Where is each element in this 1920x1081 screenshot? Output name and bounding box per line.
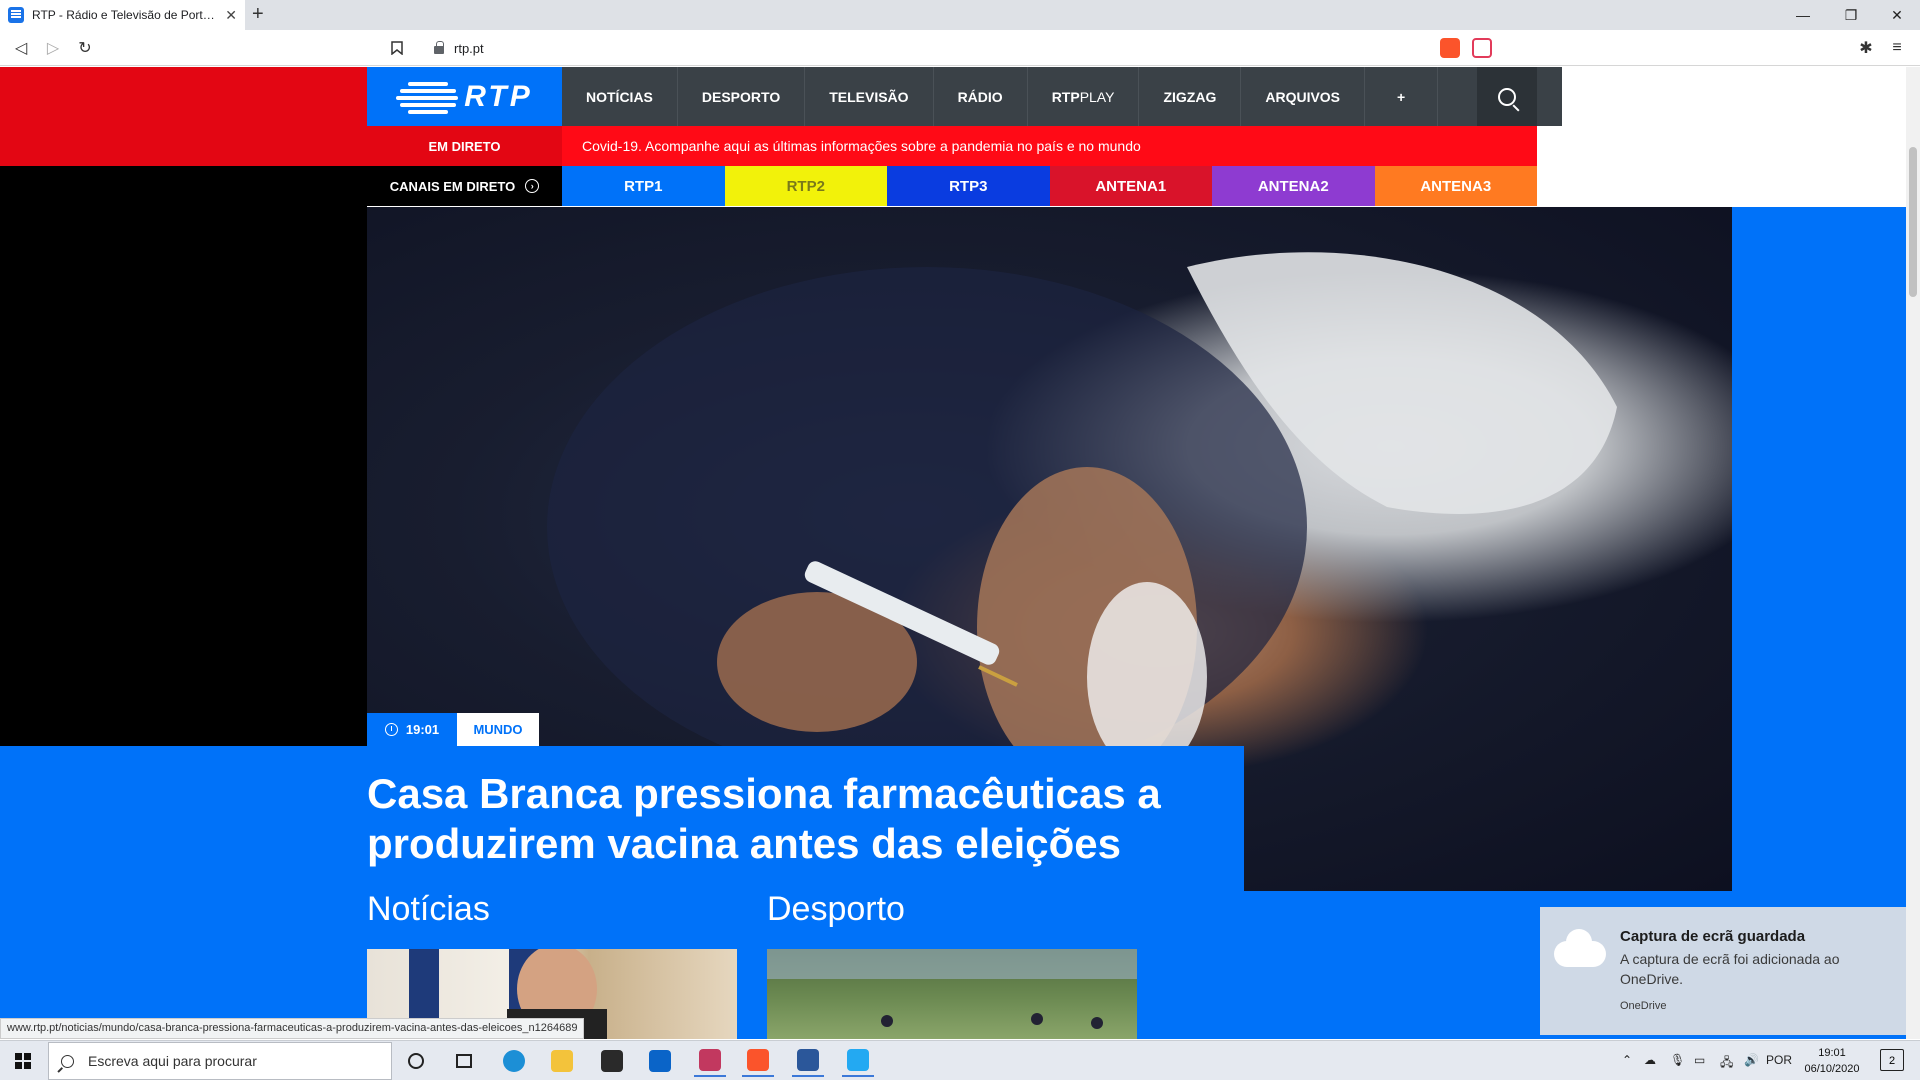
nav-noticias[interactable]: NOTÍCIAS: [562, 67, 678, 126]
rtp-logo-lines-icon: [396, 80, 459, 114]
article-time-badge: 19:01: [367, 713, 457, 746]
nav-arquivos[interactable]: ARQUIVOS: [1241, 67, 1366, 126]
nav-more[interactable]: +: [1365, 67, 1439, 126]
channel-rtp1[interactable]: RTP1: [562, 166, 725, 206]
rtp-logo[interactable]: RTP: [367, 67, 562, 126]
channel-antena3[interactable]: ANTENA3: [1374, 166, 1537, 206]
main-navigation: NOTÍCIAS DESPORTO TELEVISÃO RÁDIO RTP PLA…: [562, 67, 1562, 126]
cortana-icon[interactable]: [400, 1045, 432, 1077]
file-explorer-icon[interactable]: [546, 1045, 578, 1077]
start-button[interactable]: [0, 1041, 46, 1081]
teams-icon[interactable]: [694, 1045, 726, 1077]
section-title-noticias[interactable]: Notícias: [367, 890, 490, 929]
microphone-icon[interactable]: 🎙: [1670, 1053, 1685, 1067]
close-tab-icon[interactable]: ✕: [225, 7, 237, 24]
channel-antena1[interactable]: ANTENA1: [1049, 166, 1212, 206]
brave-shields-icon[interactable]: [1440, 38, 1460, 58]
taskbar-search[interactable]: Escreva aqui para procurar: [48, 1042, 392, 1080]
tab-bar: RTP - Rádio e Televisão de Portugal ✕ + …: [0, 0, 1920, 30]
restore-button[interactable]: ❐: [1828, 0, 1874, 30]
volume-icon[interactable]: 🔊: [1744, 1053, 1759, 1067]
channel-rtp2[interactable]: RTP2: [724, 166, 887, 206]
header-red-band: [0, 67, 367, 166]
onedrive-tray-icon[interactable]: ☁: [1644, 1053, 1656, 1067]
brave-rewards-icon[interactable]: [1472, 38, 1492, 58]
channel-antena2[interactable]: ANTENA2: [1212, 166, 1375, 206]
close-window-button[interactable]: ✕: [1874, 0, 1920, 30]
section-title-desporto[interactable]: Desporto: [767, 890, 905, 929]
lock-icon: [434, 40, 444, 54]
clock-time: 19:01: [1818, 1047, 1846, 1059]
nav-desporto[interactable]: DESPORTO: [678, 67, 806, 126]
left-black-band: [0, 166, 367, 746]
tab-title: RTP - Rádio e Televisão de Portugal: [32, 8, 220, 22]
tray-chevron-icon[interactable]: ⌃: [1622, 1053, 1632, 1067]
clock-date: 06/10/2020: [1804, 1063, 1860, 1075]
windows-taskbar: Escreva aqui para procurar ⌃ ☁ 🎙 ▭ 🖧 🔊 P…: [0, 1040, 1920, 1080]
covid-ticker-link[interactable]: Covid-19. Acompanhe aqui as últimas info…: [562, 126, 1537, 166]
bookmark-button[interactable]: [386, 37, 408, 59]
address-text: rtp.pt: [454, 40, 484, 56]
battery-icon[interactable]: ▭: [1694, 1053, 1705, 1067]
language-indicator[interactable]: POR: [1766, 1053, 1792, 1067]
status-bar-url: www.rtp.pt/noticias/mundo/casa-branca-pr…: [0, 1018, 585, 1039]
brave-icon[interactable]: [742, 1045, 774, 1077]
search-icon: [1498, 87, 1516, 106]
sport-thumbnail-image: [767, 949, 1137, 1029]
action-center-button[interactable]: 2: [1880, 1049, 1904, 1071]
onedrive-notification[interactable]: Captura de ecrã guardada A captura de ec…: [1540, 907, 1906, 1035]
article-headline-link[interactable]: Casa Branca pressiona farmacêuticas a pr…: [367, 769, 1227, 869]
browser-toolbar: ◁ ▷ ↻ rtp.pt ✱ ≡: [0, 30, 1920, 66]
article-category-link[interactable]: MUNDO: [457, 713, 539, 746]
menu-icon[interactable]: ≡: [1886, 37, 1908, 59]
channels-row: CANAIS EM DIRETO › RTP1 RTP2 RTP3 ANTENA1…: [367, 166, 1537, 206]
canais-em-direto-link[interactable]: CANAIS EM DIRETO ›: [367, 166, 562, 206]
task-view-icon[interactable]: [448, 1045, 480, 1077]
nav-televisao[interactable]: TELEVISÃO: [805, 67, 934, 126]
store-icon[interactable]: [596, 1045, 628, 1077]
search-icon: [61, 1054, 74, 1068]
forward-button[interactable]: ▷: [42, 37, 64, 59]
nav-zigzag[interactable]: ZIGZAG: [1139, 67, 1242, 126]
sport-thumbnail[interactable]: [767, 949, 1137, 1039]
clock-icon: [384, 723, 398, 736]
notification-title: Captura de ecrã guardada: [1620, 928, 1806, 945]
mail-icon[interactable]: [644, 1045, 676, 1077]
header-right-space: [1537, 67, 1906, 207]
word-icon[interactable]: [792, 1045, 824, 1077]
rtp-favicon-icon: [8, 7, 24, 23]
browser-tab[interactable]: RTP - Rádio e Televisão de Portugal ✕: [0, 0, 245, 30]
notification-source: OneDrive: [1620, 1000, 1667, 1012]
windows-logo-icon: [15, 1053, 31, 1069]
edge-icon[interactable]: [498, 1045, 530, 1077]
notification-body: A captura de ecrã foi adicionada ao OneD…: [1620, 951, 1840, 987]
vscode-icon[interactable]: [842, 1045, 874, 1077]
channel-rtp3[interactable]: RTP3: [887, 166, 1050, 206]
address-bar[interactable]: rtp.pt: [420, 34, 1430, 62]
cloud-icon: [1554, 929, 1606, 967]
logo-text: RTP: [464, 79, 533, 113]
taskbar-clock[interactable]: 19:01 06/10/2020: [1792, 1045, 1872, 1077]
nav-rtpplay[interactable]: RTP PLAY: [1028, 67, 1140, 126]
scrollbar-thumb[interactable]: [1909, 147, 1917, 297]
new-tab-button[interactable]: +: [252, 3, 264, 26]
web-page: RTP NOTÍCIAS DESPORTO TELEVISÃO RÁDIO RT…: [0, 67, 1906, 1039]
nav-radio[interactable]: RÁDIO: [934, 67, 1028, 126]
em-direto-link[interactable]: EM DIRETO: [367, 126, 562, 166]
bookmark-icon: [391, 41, 403, 55]
minimize-button[interactable]: —: [1780, 0, 1826, 30]
network-icon[interactable]: 🖧: [1720, 1053, 1733, 1074]
taskbar-search-placeholder: Escreva aqui para procurar: [88, 1053, 257, 1069]
extensions-icon[interactable]: ✱: [1855, 37, 1877, 59]
site-search-button[interactable]: [1477, 67, 1537, 126]
chevron-right-icon: ›: [525, 179, 540, 193]
hero-right-blue: [1732, 207, 1906, 747]
page-scrollbar[interactable]: [1906, 67, 1920, 1039]
live-row: EM DIRETO Covid-19. Acompanhe aqui as úl…: [367, 126, 1537, 166]
back-button[interactable]: ◁: [10, 37, 32, 59]
reload-button[interactable]: ↻: [74, 37, 96, 59]
